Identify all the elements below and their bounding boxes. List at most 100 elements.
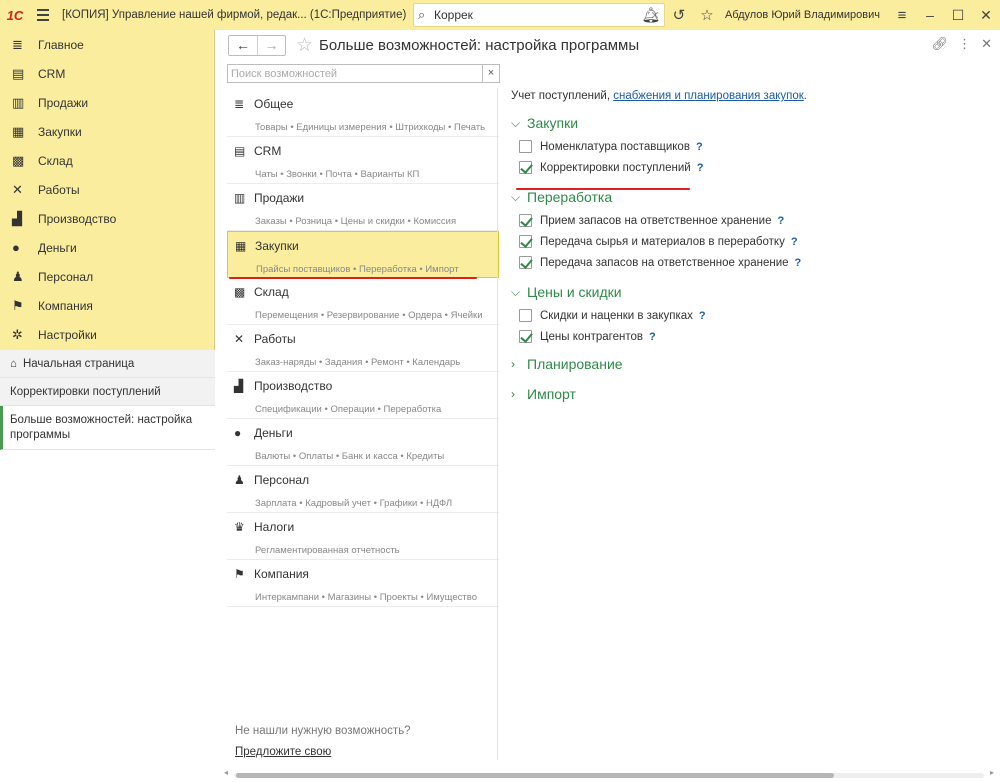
sidebar-item-label: Закупки (38, 124, 82, 139)
option-checkbox[interactable] (519, 309, 532, 322)
option-label[interactable]: Скидки и наценки в закупках (540, 310, 693, 322)
group-header[interactable]: ⌵ Цены и скидки (511, 279, 991, 305)
chevron-down-icon: ⌵ (511, 284, 521, 299)
group-title: Закупки (527, 115, 579, 131)
group-header[interactable]: ⌵ Закупки (511, 110, 991, 136)
global-search-input[interactable]: Коррек (434, 8, 646, 22)
sidebar-item-8[interactable]: ♟ Персонал (0, 262, 214, 291)
search-icon: ⌕ (418, 7, 426, 22)
sidebar-item-5[interactable]: ✕ Работы (0, 175, 214, 204)
section-icon: ● (12, 240, 20, 255)
help-icon[interactable]: ? (696, 141, 703, 153)
chevron-right-icon: › (511, 357, 515, 371)
help-icon[interactable]: ? (795, 257, 802, 269)
not-found-note: Не нашли нужную возможность? (235, 725, 411, 737)
option-label[interactable]: Передача сырья и материалов в переработк… (540, 236, 785, 248)
sidebar-item-2[interactable]: ▥ Продажи (0, 88, 214, 117)
option-checkbox[interactable] (519, 214, 532, 227)
sidebar-item-9[interactable]: ⚑ Компания (0, 291, 214, 320)
horizontal-scrollbar[interactable]: ◂ ▸ (224, 768, 994, 779)
option-checkbox[interactable] (519, 140, 532, 153)
category-item[interactable]: ▥ Продажи Заказы • Розница • Цены и скидки… (227, 184, 499, 231)
user-name[interactable]: Абдулов Юрий Владимирович (721, 9, 888, 21)
sidebar-item-10[interactable]: ✲ Настройки (0, 320, 214, 349)
category-item[interactable]: ✕ Работы Заказ-наряды • Задания • Ремонт •… (227, 325, 499, 372)
close-window-icon[interactable]: ✕ (972, 7, 1000, 24)
option-checkbox[interactable] (519, 235, 532, 248)
minimize-icon[interactable]: – (916, 7, 944, 23)
bell-icon[interactable]: 🔔︎ (637, 6, 665, 24)
intro-link[interactable]: снабжения и планирования закупок (613, 90, 804, 102)
category-item[interactable]: ≣ Общее Товары • Единицы измерения • Штрих… (227, 90, 499, 137)
link-icon[interactable]: 🔗︎ (932, 36, 949, 52)
category-item[interactable]: ▤ CRM Чаты • Звонки • Почта • Варианты КП (227, 137, 499, 184)
sidebar-item-4[interactable]: ▩ Склад (0, 146, 214, 175)
group-title: Цены и скидки (527, 284, 622, 300)
sidebar-item-0[interactable]: ≣ Главное (0, 30, 214, 59)
group-title: Переработка (527, 189, 613, 205)
group-title: Импорт (527, 386, 576, 402)
help-icon[interactable]: ? (697, 162, 704, 174)
category-icon: ♛ (234, 520, 245, 534)
more-actions-icon[interactable]: ⋮ (958, 36, 971, 52)
close-form-icon[interactable]: ✕ (981, 36, 992, 52)
category-title: Работы (254, 332, 296, 346)
maximize-icon[interactable]: ☐ (944, 7, 972, 24)
category-item[interactable]: ▟ Производство Спецификации • Операции • П… (227, 372, 499, 419)
option-label[interactable]: Прием запасов на ответственное хранение (540, 215, 771, 227)
sidebar-item-label: Деньги (38, 240, 77, 255)
chevron-right-icon: › (511, 387, 515, 401)
sidebar-item-7[interactable]: ● Деньги (0, 233, 214, 262)
category-item[interactable]: ⚑ Компания Интеркампани • Магазины • Проек… (227, 560, 499, 607)
sidebar-item-1[interactable]: ▤ CRM (0, 59, 214, 88)
global-search[interactable]: ⌕ Коррек ✕ (413, 3, 665, 27)
sidebar-item-3[interactable]: ▦ Закупки (0, 117, 214, 146)
history-icon[interactable]: ↺ (665, 6, 693, 24)
main-menu-icon[interactable] (30, 0, 56, 30)
help-icon[interactable]: ? (777, 215, 784, 227)
category-item[interactable]: ♟ Персонал Зарплата • Кадровый учет • Граф… (227, 466, 499, 513)
group-header[interactable]: › Планирование (511, 351, 991, 377)
sidebar-item-label: Настройки (38, 327, 97, 342)
option-row: Передача сырья и материалов в переработк… (511, 231, 991, 252)
open-home-page[interactable]: ⌂ Начальная страница (0, 350, 215, 378)
favorites-icon[interactable]: ☆ (693, 6, 721, 24)
category-icon: ● (234, 426, 242, 440)
favorite-star-icon[interactable]: ☆ (296, 34, 313, 57)
option-label[interactable]: Номенклатура поставщиков (540, 141, 690, 153)
category-item[interactable]: ▦ Закупки Прайсы поставщиков • Переработка… (227, 231, 499, 278)
option-label[interactable]: Цены контрагентов (540, 331, 643, 343)
sidebar-item-6[interactable]: ▟ Производство (0, 204, 214, 233)
clear-search-button[interactable]: × (482, 65, 499, 82)
category-subtitle: Валюты • Оплаты • Банк и касса • Кредиты (255, 451, 445, 462)
scrollbar-thumb[interactable] (236, 773, 834, 778)
help-icon[interactable]: ? (791, 236, 798, 248)
scroll-right-icon[interactable]: ▸ (990, 768, 994, 777)
option-label[interactable]: Передача запасов на ответственное хранен… (540, 257, 789, 269)
group-header[interactable]: › Импорт (511, 381, 991, 407)
category-item[interactable]: ▩ Склад Перемещения • Резервирование • Орд… (227, 278, 499, 325)
forward-button[interactable]: → (257, 35, 285, 55)
suggest-link[interactable]: Предложите свою (235, 746, 331, 758)
option-checkbox[interactable] (519, 256, 532, 269)
option-label[interactable]: Корректировки поступлений (540, 162, 691, 174)
category-item[interactable]: ● Деньги Валюты • Оплаты • Банк и касса • … (227, 419, 499, 466)
open-tab-more-features[interactable]: Больше возможностей: настройка программы (0, 406, 215, 450)
section-icon: ▤ (12, 65, 25, 81)
settings-menu-icon[interactable]: ≡ (888, 7, 916, 24)
feature-search-input[interactable] (228, 65, 482, 82)
window-title: [КОПИЯ] Управление нашей фирмой, редак..… (62, 9, 407, 21)
category-title: CRM (254, 144, 282, 158)
category-icon: ▦ (235, 239, 247, 253)
option-checkbox[interactable] (519, 161, 532, 174)
category-item[interactable]: ♛ Налоги Регламентированная отчетность (227, 513, 499, 560)
option-row: Цены контрагентов? (511, 326, 991, 347)
help-icon[interactable]: ? (649, 331, 656, 343)
back-button[interactable]: ← (229, 36, 257, 55)
section-icon: ≣ (12, 36, 23, 52)
help-icon[interactable]: ? (699, 310, 706, 322)
option-checkbox[interactable] (519, 330, 532, 343)
scroll-left-icon[interactable]: ◂ (224, 768, 228, 777)
open-tab-corrections[interactable]: Корректировки поступлений (0, 378, 215, 406)
category-icon: ▥ (234, 191, 246, 205)
